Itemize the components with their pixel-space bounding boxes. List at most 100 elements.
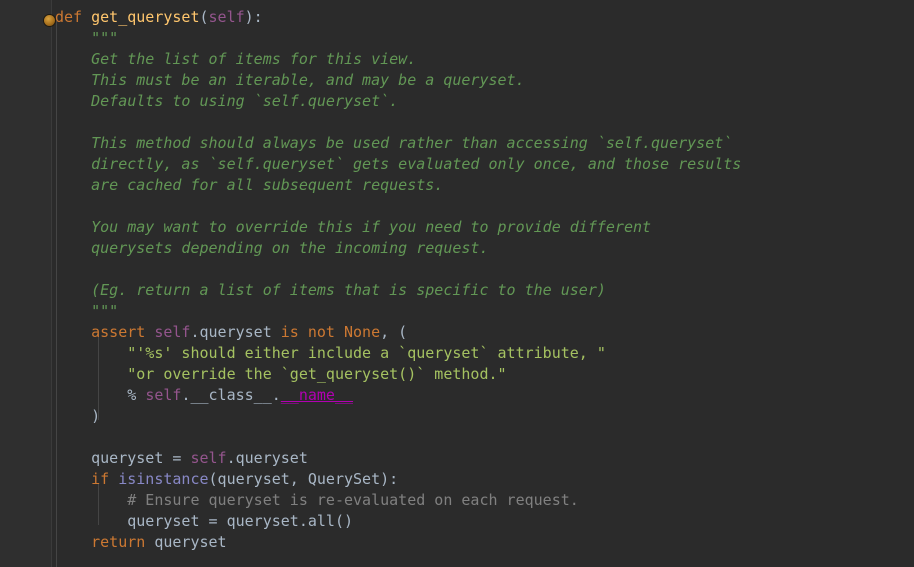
code-line[interactable]: You may want to override this if you nee… — [52, 217, 741, 238]
code-line[interactable]: directly, as `self.queryset` gets evalua… — [52, 154, 741, 175]
line-number — [0, 91, 46, 112]
code-token-fn: get_queryset — [91, 8, 200, 26]
code-line[interactable]: return queryset — [52, 532, 741, 553]
line-number — [0, 28, 46, 49]
code-line[interactable] — [52, 259, 741, 280]
code-token-plain: .queryset — [190, 323, 281, 341]
code-line[interactable]: are cached for all subsequent requests. — [52, 175, 741, 196]
code-token-punc: ): — [244, 8, 263, 26]
code-token-kw: is — [280, 323, 299, 341]
code-line[interactable]: queryset = queryset.all() — [52, 511, 741, 532]
line-number — [0, 364, 46, 385]
code-line[interactable]: Defaults to using `self.queryset`. — [52, 91, 741, 112]
code-line[interactable]: queryset = self.queryset — [52, 448, 741, 469]
code-token-doc: directly, as `self.queryset` gets evalua… — [55, 155, 742, 173]
code-token-doc: """ — [55, 29, 119, 47]
line-number — [0, 343, 46, 364]
code-token-punc: ( — [199, 8, 209, 26]
code-line[interactable]: "'%s' should either include a `queryset`… — [52, 343, 741, 364]
code-line[interactable] — [52, 427, 741, 448]
code-token-self: self — [145, 386, 182, 404]
line-number — [0, 196, 46, 217]
source-code[interactable]: def get_queryset(self): """ Get the list… — [52, 7, 741, 553]
code-token-doc: (Eg. return a list of items that is spec… — [55, 281, 606, 299]
line-number — [0, 448, 46, 469]
code-line[interactable]: This method should always be used rather… — [52, 133, 741, 154]
line-number — [0, 217, 46, 238]
code-token-doc: You may want to override this if you nee… — [55, 218, 652, 236]
code-line[interactable]: """ — [52, 28, 741, 49]
code-line[interactable]: % self.__class__.__name__ — [52, 385, 741, 406]
code-line[interactable]: Get the list of items for this view. — [52, 49, 741, 70]
line-number — [0, 385, 46, 406]
line-number — [0, 154, 46, 175]
code-token-self: self — [190, 449, 227, 467]
code-token-bi: isinstance — [118, 470, 209, 488]
code-token-punc: ) — [55, 407, 101, 425]
line-number — [0, 406, 46, 427]
editor-text-area[interactable]: def get_queryset(self): """ Get the list… — [52, 0, 914, 567]
code-line[interactable]: """ — [52, 301, 741, 322]
line-number — [0, 490, 46, 511]
line-number — [0, 238, 46, 259]
code-token-punc: , ( — [380, 323, 408, 341]
code-line[interactable]: assert self.queryset is not None, ( — [52, 322, 741, 343]
code-line[interactable]: # Ensure queryset is re-evaluated on eac… — [52, 490, 741, 511]
code-token-doc: Get the list of items for this view. — [55, 50, 417, 68]
code-line[interactable]: querysets depending on the incoming requ… — [52, 238, 741, 259]
line-number-column — [0, 7, 46, 567]
code-token-kw: def — [55, 8, 83, 26]
code-token-doc: This must be an iterable, and may be a q… — [55, 71, 525, 89]
code-token-plain: queryset — [145, 533, 227, 551]
code-token-self: self — [154, 323, 191, 341]
line-number — [0, 7, 46, 28]
code-token-plain: .queryset — [226, 449, 308, 467]
code-token-doc: Defaults to using `self.queryset`. — [55, 92, 399, 110]
code-token-cmt: # Ensure queryset is re-evaluated on eac… — [127, 491, 579, 509]
code-token-dunder: __name__ — [280, 386, 354, 404]
code-token-kw: None — [344, 323, 381, 341]
editor-gutter[interactable] — [0, 0, 52, 567]
line-number — [0, 301, 46, 322]
code-line[interactable]: if isinstance(queryset, QuerySet): — [52, 469, 741, 490]
code-token-plain: queryset = — [55, 449, 191, 467]
line-number — [0, 70, 46, 91]
code-editor-window: def get_queryset(self): """ Get the list… — [0, 0, 914, 567]
code-line[interactable]: def get_queryset(self): — [52, 7, 741, 28]
code-line[interactable]: "or override the `get_queryset()` method… — [52, 364, 741, 385]
line-number — [0, 532, 46, 553]
code-token-plain: queryset = queryset.all() — [55, 512, 354, 530]
code-token-op: % — [127, 386, 137, 404]
code-token-self: self — [208, 8, 245, 26]
line-number — [0, 469, 46, 490]
code-line[interactable]: ) — [52, 406, 741, 427]
line-number — [0, 322, 46, 343]
code-token-doc: """ — [55, 302, 119, 320]
code-line[interactable]: (Eg. return a list of items that is spec… — [52, 280, 741, 301]
line-number — [0, 553, 46, 567]
line-number — [0, 49, 46, 70]
code-line[interactable]: This must be an iterable, and may be a q… — [52, 70, 741, 91]
code-line[interactable] — [52, 112, 741, 133]
line-number — [0, 280, 46, 301]
code-token-doc: querysets depending on the incoming requ… — [55, 239, 489, 257]
code-token-plain: (queryset, QuerySet): — [208, 470, 399, 488]
code-line[interactable] — [52, 196, 741, 217]
code-token-doc: are cached for all subsequent requests. — [55, 176, 444, 194]
line-number — [0, 133, 46, 154]
line-number — [0, 427, 46, 448]
code-token-kw: assert — [91, 323, 146, 341]
line-number — [0, 511, 46, 532]
line-number — [0, 112, 46, 133]
